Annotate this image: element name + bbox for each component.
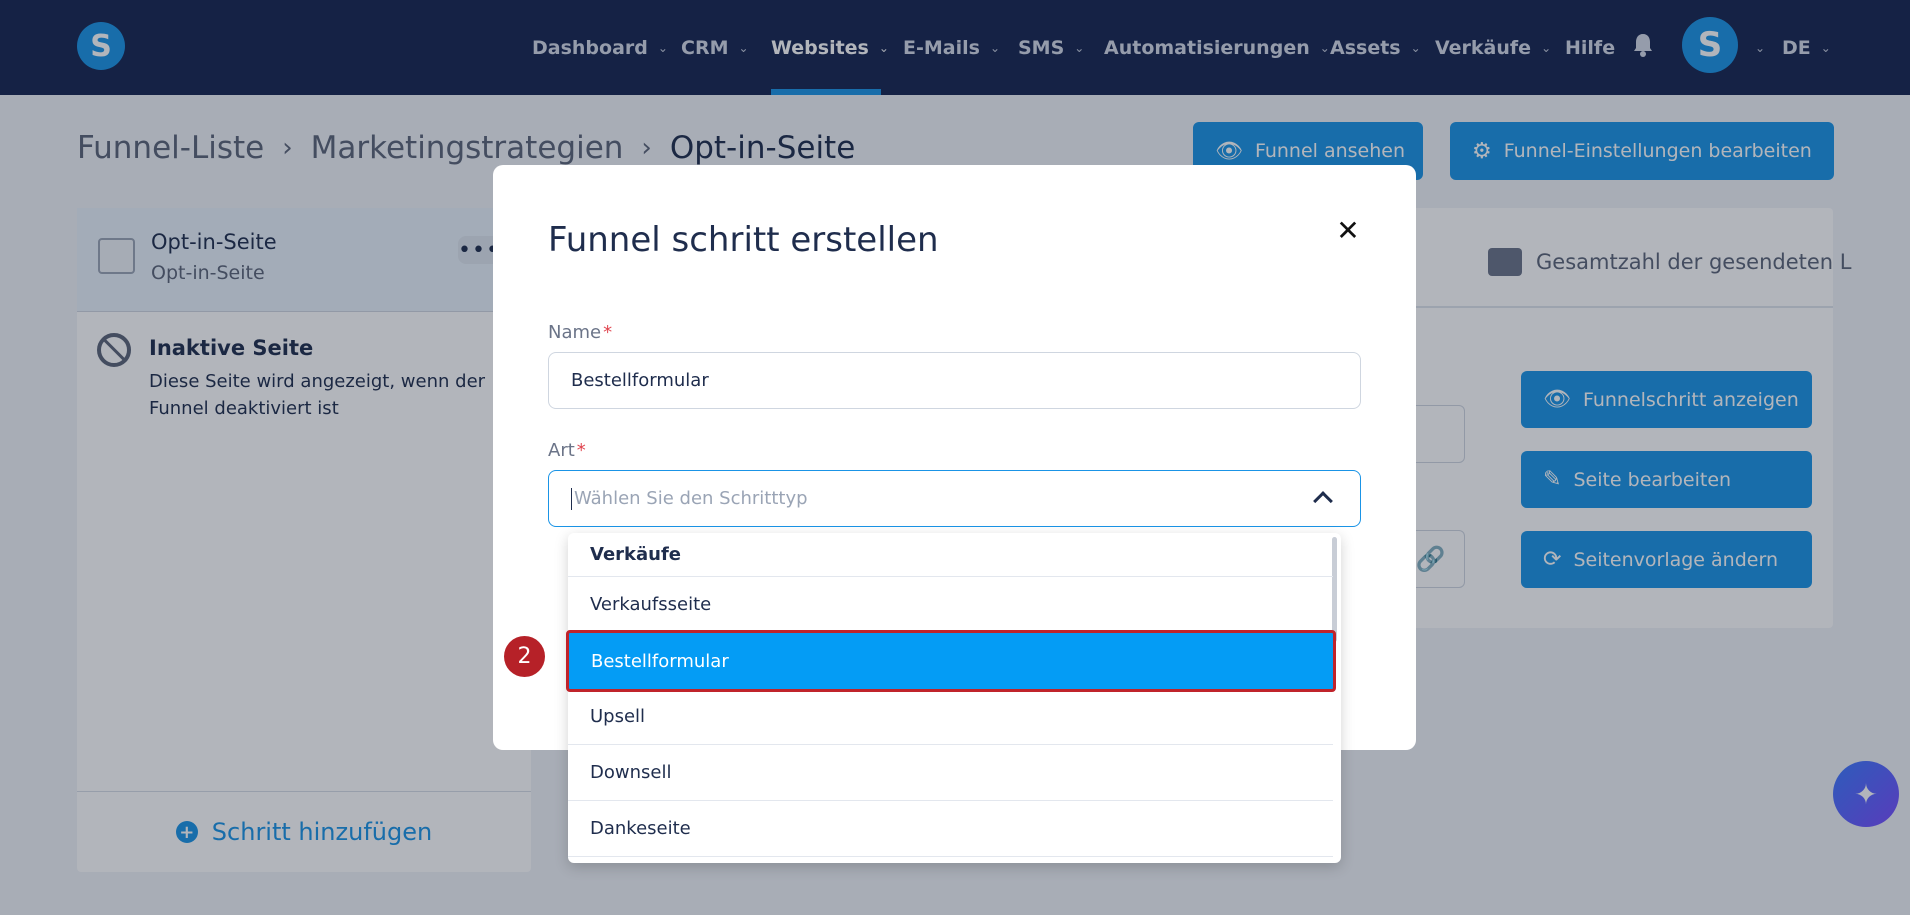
dropdown-option-bestellformular[interactable]: Bestellformular: [566, 630, 1336, 692]
step-type-placeholder: Wählen Sie den Schritttyp: [574, 488, 808, 509]
close-icon[interactable]: ✕: [1333, 214, 1363, 247]
step-type-dropdown: Verkäufe Verkaufsseite Upsell Downsell D…: [568, 533, 1341, 863]
required-marker: *: [576, 440, 586, 461]
type-label-text: Art: [548, 440, 575, 461]
type-field-label: Art *: [548, 440, 586, 461]
required-marker: *: [603, 322, 613, 343]
name-input[interactable]: Bestellformular: [548, 352, 1361, 409]
dropdown-group-header: Verkäufe: [568, 533, 1333, 577]
dropdown-option-upsell[interactable]: Upsell: [568, 689, 1333, 745]
modal-title: Funnel schritt erstellen: [548, 220, 939, 260]
text-cursor: [571, 487, 572, 510]
step-number-badge: 2: [504, 636, 545, 677]
dropdown-option-dankeseite[interactable]: Dankeseite: [568, 801, 1333, 857]
step-type-select[interactable]: Wählen Sie den Schritttyp: [548, 470, 1361, 527]
name-label-text: Name: [548, 322, 602, 343]
chevron-up-icon[interactable]: [1313, 491, 1333, 511]
name-field-label: Name *: [548, 322, 612, 343]
dropdown-option-verkaufsseite[interactable]: Verkaufsseite: [568, 577, 1333, 633]
dropdown-option-downsell[interactable]: Downsell: [568, 745, 1333, 801]
